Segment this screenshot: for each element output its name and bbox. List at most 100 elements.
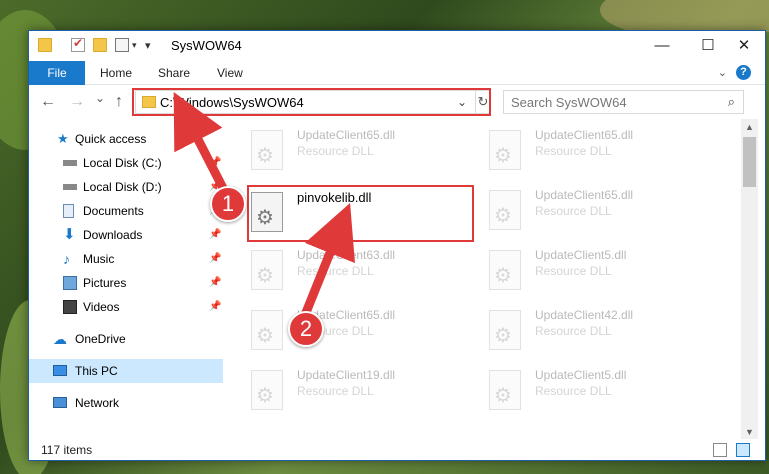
sidebar-item-label: Quick access xyxy=(75,132,147,146)
expand-ribbon-icon[interactable]: ⌄ xyxy=(718,66,727,79)
dll-file-icon xyxy=(489,190,521,230)
file-item[interactable]: UpdateClient65.dll Resource DLL xyxy=(225,123,455,179)
large-icons-view-icon[interactable] xyxy=(736,443,750,457)
sidebar-item-downloads[interactable]: ⬇ Downloads 📌 xyxy=(29,223,223,247)
ribbon-tabs: File Home Share View ⌄ ? xyxy=(29,61,765,85)
vertical-scrollbar[interactable]: ▲ ▼ xyxy=(741,119,758,441)
customize-icon[interactable] xyxy=(115,38,129,52)
address-highlight-box xyxy=(132,88,491,116)
step1-badge: 1 xyxy=(210,186,246,222)
sidebar-item-music[interactable]: ♪ Music 📌 xyxy=(29,247,223,271)
file-item[interactable]: UpdateClient65.dll Resource DLL xyxy=(463,183,693,239)
file-item[interactable]: UpdateClient65.dll Resource DLL xyxy=(225,303,455,359)
file-type: Resource DLL xyxy=(535,264,612,278)
scroll-up-icon[interactable]: ▲ xyxy=(741,119,758,136)
details-view-icon[interactable] xyxy=(713,443,727,457)
file-item[interactable]: UpdateClient5.dll Resource DLL xyxy=(463,363,693,419)
pin-icon[interactable]: 📌 xyxy=(209,295,221,319)
file-name: UpdateClient65.dll xyxy=(297,128,396,142)
sidebar-item-label: Local Disk (D:) xyxy=(83,180,162,194)
drive-icon xyxy=(63,184,77,190)
music-icon: ♪ xyxy=(63,251,70,267)
pictures-icon xyxy=(63,276,77,290)
scroll-thumb[interactable] xyxy=(743,137,756,187)
sidebar-item-label: OneDrive xyxy=(75,332,126,346)
sidebar-item-videos[interactable]: Videos 📌 xyxy=(29,295,223,319)
sidebar-item-pictures[interactable]: Pictures 📌 xyxy=(29,271,223,295)
sidebar-item-label: Documents xyxy=(83,204,144,218)
navigation-pane: ★ Quick access Local Disk (C:) 📌 Local D… xyxy=(29,123,224,433)
sidebar-item-label: Music xyxy=(83,252,115,266)
folder-icon xyxy=(38,38,52,52)
dll-file-icon xyxy=(489,370,521,410)
tab-file[interactable]: File xyxy=(29,61,85,85)
pin-icon[interactable]: 📌 xyxy=(209,151,221,175)
pin-icon[interactable]: 📌 xyxy=(209,247,221,271)
sidebar-item-documents[interactable]: Documents 📌 xyxy=(29,199,223,223)
dll-file-icon xyxy=(251,130,283,170)
up-icon[interactable]: ↑ xyxy=(115,93,123,111)
quick-access-dropdown-icon[interactable]: ▾ xyxy=(132,40,137,51)
cloud-icon: ☁ xyxy=(53,331,67,347)
file-name: UpdateClient42.dll xyxy=(535,308,634,322)
pin-icon[interactable]: 📌 xyxy=(209,271,221,295)
sidebar-item-onedrive[interactable]: ☁ OneDrive xyxy=(29,327,223,351)
search-icon[interactable]: ⌕ xyxy=(728,94,735,110)
dll-file-icon xyxy=(489,310,521,350)
file-list: UpdateClient65.dll Resource DLL UpdateCl… xyxy=(225,119,741,431)
search-input[interactable]: Search SysWOW64 ⌕ xyxy=(503,90,744,114)
file-name: UpdateClient63.dll xyxy=(297,248,396,262)
sidebar-item-label: This PC xyxy=(75,364,118,378)
status-bar: 117 items xyxy=(29,439,765,460)
sidebar-item-label: Pictures xyxy=(83,276,127,290)
sidebar-item-local-disk-d[interactable]: Local Disk (D:) 📌 xyxy=(29,175,223,199)
help-icon[interactable]: ? xyxy=(736,65,751,80)
network-icon xyxy=(53,397,67,408)
dll-file-icon xyxy=(251,250,283,290)
file-type: Resource DLL xyxy=(297,384,374,398)
file-item[interactable]: UpdateClient19.dll Resource DLL xyxy=(225,363,455,419)
file-name: UpdateClient19.dll xyxy=(297,368,396,382)
properties-check-icon[interactable] xyxy=(71,36,85,52)
sidebar-item-network[interactable]: Network xyxy=(29,391,223,415)
minimize-button[interactable]: — xyxy=(639,31,685,61)
tab-view[interactable]: View xyxy=(217,61,243,85)
forward-icon[interactable]: → xyxy=(69,93,85,111)
computer-icon xyxy=(53,365,67,376)
file-item[interactable]: UpdateClient63.dll Resource DLL xyxy=(225,243,455,299)
file-type: Resource DLL xyxy=(535,204,612,218)
item-count: 117 items xyxy=(41,443,93,457)
file-name: UpdateClient5.dll xyxy=(535,248,627,262)
tab-home[interactable]: Home xyxy=(100,61,132,85)
file-explorer-window: ▾ ▾ SysWOW64 — ☐ ✕ File Home Share View … xyxy=(28,30,766,461)
new-folder-icon[interactable] xyxy=(93,38,107,52)
file-name: UpdateClient65.dll xyxy=(535,128,634,142)
dll-file-icon xyxy=(251,310,283,350)
pin-icon[interactable]: 📌 xyxy=(209,223,221,247)
file-type: Resource DLL xyxy=(535,324,612,338)
recent-locations-icon[interactable]: ⌄ xyxy=(95,91,105,105)
documents-icon xyxy=(63,204,74,218)
file-item[interactable]: UpdateClient5.dll Resource DLL xyxy=(463,243,693,299)
dll-file-icon xyxy=(251,370,283,410)
close-button[interactable]: ✕ xyxy=(721,31,765,61)
file-type: Resource DLL xyxy=(535,144,612,158)
file-type: Resource DLL xyxy=(297,264,374,278)
file-name: UpdateClient65.dll xyxy=(535,188,634,202)
file-type: Resource DLL xyxy=(535,384,612,398)
sidebar-item-label: Videos xyxy=(83,300,120,314)
window-title: SysWOW64 xyxy=(171,38,242,53)
sidebar-item-local-disk-c[interactable]: Local Disk (C:) 📌 xyxy=(29,151,223,175)
tab-share[interactable]: Share xyxy=(158,61,190,85)
title-bar: ▾ ▾ SysWOW64 — ☐ ✕ xyxy=(29,31,765,61)
sidebar-item-label: Local Disk (C:) xyxy=(83,156,162,170)
download-icon: ⬇ xyxy=(63,226,76,243)
quick-access-separator-icon: ▾ xyxy=(145,40,151,52)
sidebar-item-this-pc[interactable]: This PC xyxy=(29,359,223,383)
sidebar-item-quick-access[interactable]: ★ Quick access xyxy=(29,127,223,151)
file-item[interactable]: UpdateClient65.dll Resource DLL xyxy=(463,123,693,179)
file-item[interactable]: UpdateClient42.dll Resource DLL xyxy=(463,303,693,359)
sidebar-item-label: Network xyxy=(75,396,120,410)
back-icon[interactable]: ← xyxy=(40,93,56,111)
dll-file-icon xyxy=(489,130,521,170)
